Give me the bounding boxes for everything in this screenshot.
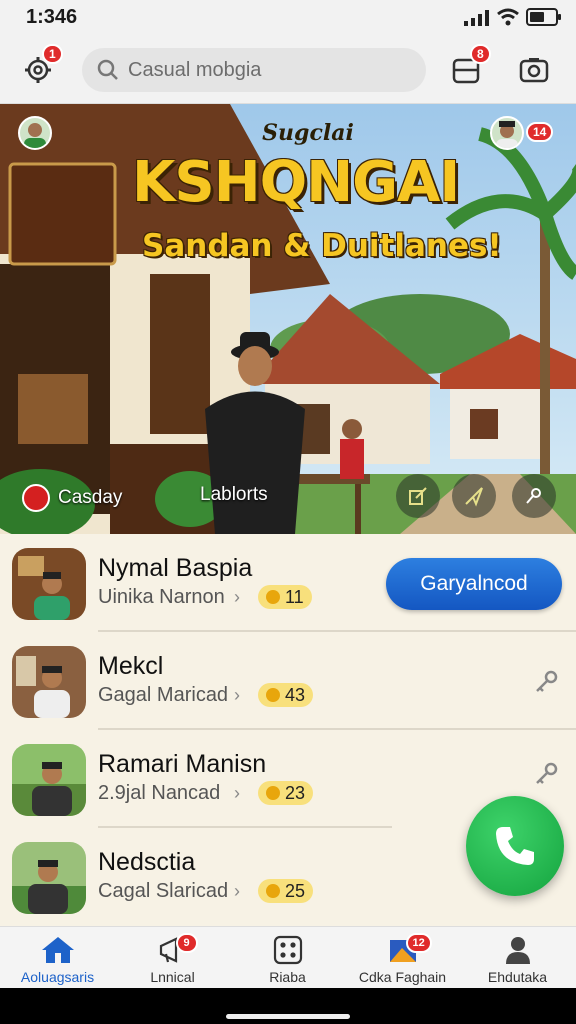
primary-action-button[interactable]: Garyalncod bbox=[386, 558, 562, 610]
hero-send-button[interactable] bbox=[452, 474, 496, 518]
nav-label: Riaba bbox=[269, 969, 306, 985]
coin-count: 25 bbox=[285, 880, 306, 901]
coin-count: 43 bbox=[285, 684, 306, 705]
contact-name: Nymal Baspia bbox=[98, 554, 253, 582]
wallet-badge: 8 bbox=[470, 44, 491, 64]
battery-icon bbox=[526, 8, 561, 26]
bottom-nav: Aoluagsaris 9 Lnnical Riaba 12 Cdka Fagh… bbox=[0, 926, 576, 988]
nav-label: Lnnical bbox=[150, 969, 195, 985]
avatar-icon bbox=[24, 123, 46, 148]
coin-count: 23 bbox=[285, 782, 306, 803]
coin-icon bbox=[266, 786, 280, 800]
hero-friend-avatar[interactable] bbox=[490, 116, 524, 150]
coin-count: 11 bbox=[285, 586, 304, 607]
contact-name: Mekcl bbox=[98, 652, 164, 680]
nav-item-lnnical[interactable]: 9 Lnnical bbox=[115, 927, 230, 989]
contact-subtitle: Cagal Slaricad bbox=[98, 880, 229, 902]
hero-banner[interactable]: Sugclai KSHQNGAI Sandan & Duitlanes! 14 … bbox=[0, 104, 576, 534]
status-time: 1:346 bbox=[26, 6, 78, 28]
nav-badge: 9 bbox=[175, 933, 198, 953]
hero-avatar-badge: 14 bbox=[526, 122, 554, 142]
nav-item-riaba[interactable]: Riaba bbox=[230, 927, 345, 989]
list-item[interactable]: Nymal Baspia Uinika Narnon › 11 Garyalnc… bbox=[0, 534, 576, 632]
nav-label: Aoluagsaris bbox=[20, 969, 95, 985]
search-icon bbox=[97, 59, 118, 80]
record-icon bbox=[22, 484, 50, 512]
chevron-right-icon: › bbox=[234, 587, 240, 607]
contact-thumbnail bbox=[12, 548, 86, 620]
contact-subtitle: Gagal Maricad bbox=[98, 684, 229, 706]
hero-chip-casday[interactable]: Casday bbox=[22, 484, 122, 512]
coin-icon bbox=[266, 688, 280, 702]
search-input[interactable] bbox=[128, 58, 418, 82]
hero-chip-lablorts[interactable]: Lablorts bbox=[200, 484, 268, 506]
list-item[interactable]: Mekcl Gagal Maricad › 43 bbox=[0, 632, 576, 730]
key-button[interactable] bbox=[530, 666, 562, 698]
chevron-right-icon: › bbox=[234, 881, 240, 901]
nav-item-profile[interactable]: Ehdutaka bbox=[460, 927, 575, 989]
coin-badge: 23 bbox=[258, 781, 314, 805]
hero-subtitle: Sandan & Duitlanes! bbox=[142, 228, 502, 264]
contact-subtitle: Uinika Narnon bbox=[98, 586, 225, 608]
coin-badge: 11 bbox=[258, 585, 312, 609]
contact-thumbnail bbox=[12, 744, 86, 816]
coin-icon bbox=[266, 590, 280, 604]
edit-icon bbox=[409, 487, 427, 505]
coin-badge: 25 bbox=[258, 879, 314, 903]
nav-item-home[interactable]: Aoluagsaris bbox=[0, 927, 115, 989]
send-icon bbox=[465, 487, 483, 507]
chevron-right-icon: › bbox=[234, 685, 240, 705]
contact-thumbnail bbox=[12, 646, 86, 718]
hero-title-large: KSHQNGAI bbox=[132, 150, 460, 215]
link-icon bbox=[526, 488, 541, 504]
key-button[interactable] bbox=[530, 758, 562, 790]
hero-edit-button[interactable] bbox=[396, 474, 440, 518]
contact-subtitle: 2.9jal Nancad bbox=[98, 782, 221, 804]
signal-icon bbox=[464, 10, 489, 26]
dice-icon bbox=[273, 935, 302, 965]
hero-link-button[interactable] bbox=[512, 474, 556, 518]
contact-thumbnail bbox=[12, 842, 86, 914]
coin-icon bbox=[266, 884, 280, 898]
nav-label: Ehdutaka bbox=[487, 969, 548, 985]
phone-icon bbox=[496, 827, 534, 865]
wallet-button[interactable]: 8 bbox=[446, 44, 491, 90]
home-icon bbox=[41, 937, 74, 963]
status-bar: 1:346 bbox=[0, 0, 576, 36]
contact-name: Nedsctia bbox=[98, 848, 196, 876]
hero-chip-label: Lablorts bbox=[200, 484, 268, 505]
camera-button[interactable] bbox=[514, 50, 554, 90]
wifi-icon bbox=[497, 8, 519, 26]
nav-label: Cdka Faghain bbox=[358, 969, 447, 985]
key-icon bbox=[536, 670, 558, 692]
search-bar[interactable] bbox=[82, 48, 426, 92]
chevron-right-icon: › bbox=[234, 783, 240, 803]
avatar-icon bbox=[496, 121, 518, 148]
hero-user-avatar[interactable] bbox=[18, 116, 52, 150]
nav-item-cdka-faghain[interactable]: 12 Cdka Faghain bbox=[345, 927, 460, 989]
top-toolbar: 1 8 bbox=[0, 36, 576, 104]
hero-chip-label: Casday bbox=[58, 487, 123, 508]
system-home-bar bbox=[0, 988, 576, 1024]
person-icon bbox=[505, 937, 530, 964]
settings-button[interactable]: 1 bbox=[18, 44, 63, 90]
camera-icon bbox=[519, 58, 549, 83]
contact-name: Ramari Manisn bbox=[98, 750, 267, 778]
coin-badge: 43 bbox=[258, 683, 314, 707]
nav-badge: 12 bbox=[405, 933, 432, 953]
home-indicator[interactable] bbox=[226, 1014, 350, 1019]
key-icon bbox=[536, 762, 558, 784]
settings-badge: 1 bbox=[42, 44, 63, 64]
call-button[interactable] bbox=[466, 796, 564, 896]
